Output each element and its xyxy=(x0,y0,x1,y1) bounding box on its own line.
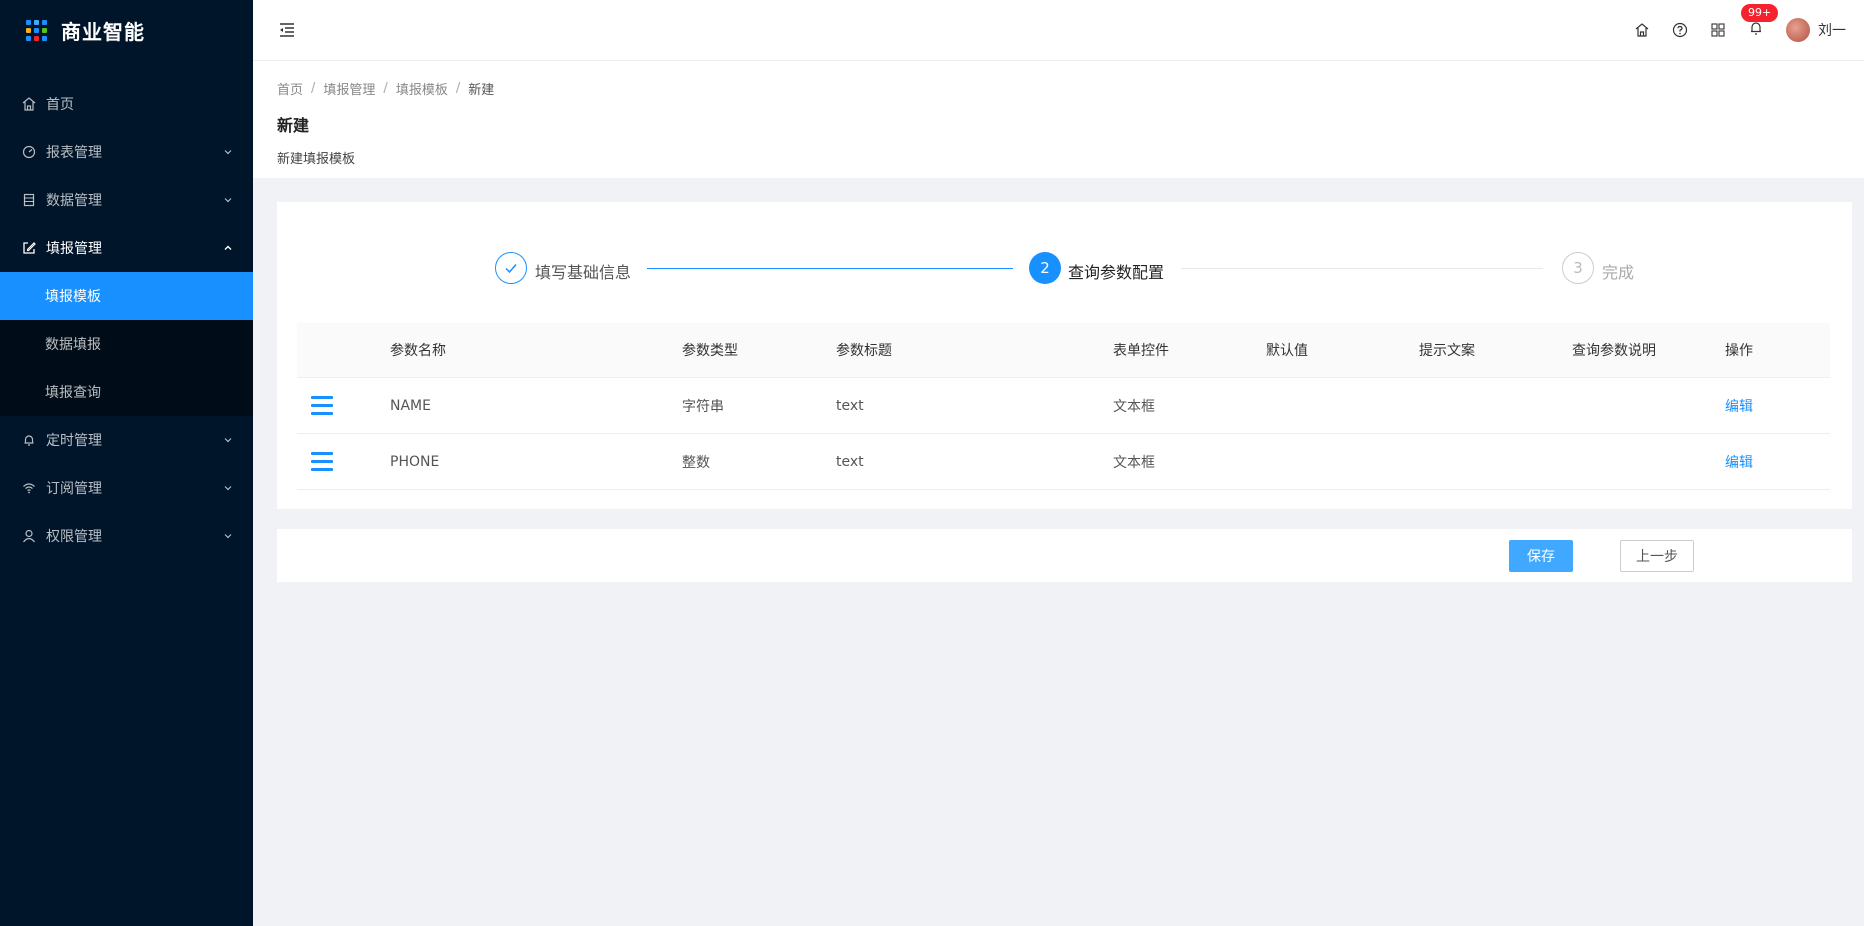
menu-fold-icon[interactable] xyxy=(277,20,297,40)
param-name: PHONE xyxy=(390,453,440,470)
fill-management-submenu: 填报模板 数据填报 填报查询 xyxy=(0,272,253,416)
param-type: 字符串 xyxy=(682,398,724,415)
column-header: 表单控件 xyxy=(1113,343,1169,359)
home-icon xyxy=(22,97,36,111)
save-button[interactable]: 保存 xyxy=(1509,540,1573,572)
param-name: NAME xyxy=(390,397,431,414)
avatar[interactable] xyxy=(1786,18,1810,42)
apps-icon[interactable] xyxy=(1710,22,1726,38)
breadcrumb-templates[interactable]: 填报模板 xyxy=(396,79,448,98)
sidebar-subitem-data-fill[interactable]: 数据填报 xyxy=(0,320,253,368)
notification-button[interactable]: 99+ xyxy=(1741,4,1779,40)
notification-badge: 99+ xyxy=(1741,4,1779,22)
bell-icon xyxy=(1751,22,1761,35)
step-3-circle: 3 xyxy=(1562,252,1594,284)
edit-link[interactable]: 编辑 xyxy=(1725,452,1753,472)
column-header: 参数类型 xyxy=(682,343,738,359)
help-icon[interactable] xyxy=(1672,22,1688,38)
sidebar-item-home[interactable]: 首页 xyxy=(0,80,253,128)
content-card: 填写基础信息 2 查询参数配置 3 完成 参数名称 参数类型 参数标题 表单控件… xyxy=(277,202,1852,509)
chevron-down-icon xyxy=(224,198,232,203)
bell-icon xyxy=(22,433,36,447)
apps-logo-icon xyxy=(26,19,47,41)
sidebar-item-label: 首页 xyxy=(46,97,74,113)
wifi-icon xyxy=(22,481,36,495)
chevron-down-icon xyxy=(224,150,232,155)
chevron-up-icon xyxy=(224,245,232,250)
step-1-check-icon xyxy=(495,252,527,284)
chevron-down-icon xyxy=(224,486,232,491)
breadcrumb-separator: / xyxy=(383,81,388,96)
sidebar-item-reports[interactable]: 报表管理 xyxy=(0,128,253,176)
step-connector xyxy=(647,268,1013,269)
home-icon[interactable] xyxy=(1634,22,1650,38)
step-3-label: 完成 xyxy=(1602,263,1635,282)
param-title: text xyxy=(836,397,864,414)
logo[interactable]: 商业智能 xyxy=(0,0,253,60)
side-menu: 首页 报表管理 数据管理 填报管理 填报模板 数据填报 填报查询 定时管理 订阅… xyxy=(0,80,253,560)
sidebar-item-label: 数据管理 xyxy=(46,193,102,209)
breadcrumb-fill-management[interactable]: 填报管理 xyxy=(323,79,375,98)
sidebar-item-data[interactable]: 数据管理 xyxy=(0,176,253,224)
steps: 填写基础信息 2 查询参数配置 3 完成 xyxy=(277,252,1852,286)
breadcrumb: 首页 / 填报管理 / 填报模板 / 新建 xyxy=(277,79,1840,98)
column-header: 查询参数说明 xyxy=(1572,343,1656,359)
user-icon xyxy=(22,529,36,543)
page-title: 新建 xyxy=(277,116,310,135)
param-title: text xyxy=(836,453,864,470)
sidebar-item-schedule[interactable]: 定时管理 xyxy=(0,416,253,464)
sidebar-item-label: 订阅管理 xyxy=(46,481,102,497)
param-type: 整数 xyxy=(682,454,710,471)
footer-action-bar: 保存 上一步 xyxy=(277,529,1852,582)
column-header: 参数名称 xyxy=(390,343,446,359)
column-header: 默认值 xyxy=(1266,343,1308,359)
edit-link[interactable]: 编辑 xyxy=(1725,396,1753,416)
param-control: 文本框 xyxy=(1113,454,1155,471)
user-name[interactable]: 刘一 xyxy=(1818,20,1846,40)
breadcrumb-separator: / xyxy=(455,81,461,96)
dashboard-icon xyxy=(22,145,36,159)
params-table: 参数名称 参数类型 参数标题 表单控件 默认值 提示文案 查询参数说明 操作 N… xyxy=(297,323,1830,490)
page-header: 首页 / 填报管理 / 填报模板 / 新建 新建 新建填报模板 xyxy=(253,61,1864,178)
step-connector xyxy=(1181,268,1543,269)
breadcrumb-current: 新建 xyxy=(468,83,495,98)
top-header: 99+ 刘一 xyxy=(253,0,1864,61)
table-header: 参数名称 参数类型 参数标题 表单控件 默认值 提示文案 查询参数说明 操作 xyxy=(297,323,1830,378)
breadcrumb-home[interactable]: 首页 xyxy=(277,79,303,98)
step-1-label: 填写基础信息 xyxy=(535,263,632,282)
sidebar-item-fill-management[interactable]: 填报管理 xyxy=(0,224,253,272)
header-actions: 99+ 刘一 xyxy=(1634,4,1864,42)
step-2-label: 查询参数配置 xyxy=(1068,263,1165,282)
app-title: 商业智能 xyxy=(61,19,145,44)
column-header: 提示文案 xyxy=(1419,343,1475,359)
sidebar-item-permissions[interactable]: 权限管理 xyxy=(0,512,253,560)
chevron-down-icon xyxy=(224,438,232,443)
sidebar-subitem-fill-query[interactable]: 填报查询 xyxy=(0,368,253,416)
sidebar-item-label: 定时管理 xyxy=(46,433,102,449)
chevron-down-icon xyxy=(224,534,232,539)
drag-handle-icon[interactable] xyxy=(311,451,333,472)
sidebar-subitem-templates[interactable]: 填报模板 xyxy=(0,272,253,320)
breadcrumb-separator: / xyxy=(311,81,316,96)
sidebar-item-label: 报表管理 xyxy=(46,145,102,161)
step-2-circle: 2 xyxy=(1029,252,1061,284)
sidebar-item-subscription[interactable]: 订阅管理 xyxy=(0,464,253,512)
param-control: 文本框 xyxy=(1113,398,1155,415)
edit-icon xyxy=(22,241,36,255)
prev-step-button[interactable]: 上一步 xyxy=(1620,540,1694,572)
drag-handle-icon[interactable] xyxy=(311,395,333,416)
table-row: NAME 字符串 text 文本框 编辑 xyxy=(297,378,1830,434)
column-header: 参数标题 xyxy=(836,343,892,359)
table-row: PHONE 整数 text 文本框 编辑 xyxy=(297,434,1830,490)
sidebar-item-label: 填报管理 xyxy=(46,241,102,257)
sidebar-item-label: 权限管理 xyxy=(46,529,102,545)
page-description: 新建填报模板 xyxy=(277,152,356,167)
database-icon xyxy=(22,193,36,207)
column-header: 操作 xyxy=(1725,343,1753,359)
sidebar: 商业智能 首页 报表管理 数据管理 填报管理 填报模板 数据填报 填报查询 定时… xyxy=(0,0,253,926)
